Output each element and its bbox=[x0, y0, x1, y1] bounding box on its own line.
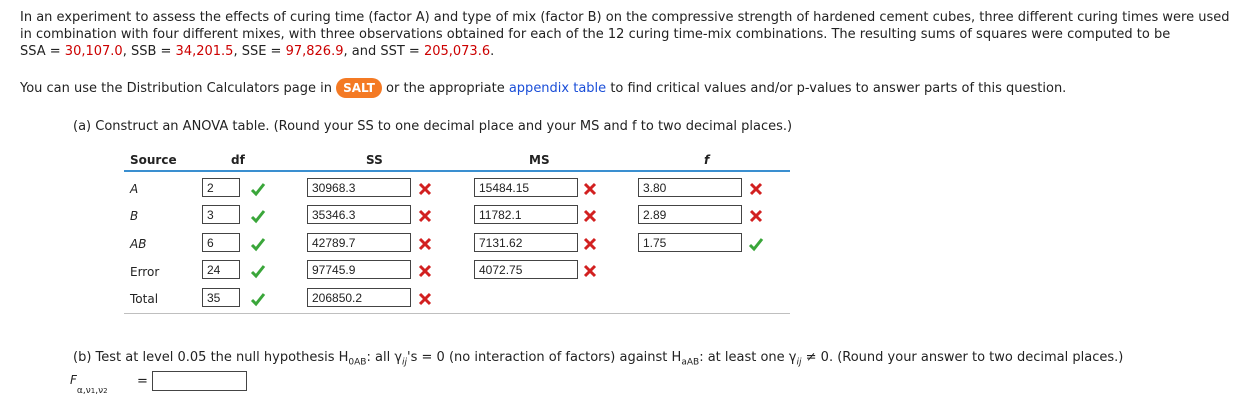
calculator-line: You can use the Distribution Calculators… bbox=[20, 78, 1066, 98]
check-icon bbox=[250, 210, 266, 224]
calc-text-middle: or the appropriate bbox=[386, 81, 505, 96]
part-a-prompt: (a) Construct an ANOVA table. (Round you… bbox=[73, 119, 793, 134]
sse-value: 97,826.9 bbox=[285, 44, 344, 59]
sst-value: 205,073.6 bbox=[423, 44, 491, 59]
x-icon bbox=[583, 209, 597, 223]
check-icon bbox=[250, 293, 266, 307]
calc-text-before: You can use the Distribution Calculators… bbox=[20, 81, 332, 96]
ss-input-b[interactable]: 35346.3 bbox=[307, 205, 411, 224]
ms-input-ab[interactable]: 7131.62 bbox=[474, 233, 578, 252]
df-input-total[interactable]: 35 bbox=[202, 288, 240, 307]
x-icon bbox=[418, 182, 432, 196]
x-icon bbox=[583, 264, 597, 278]
check-icon bbox=[250, 238, 266, 252]
header-f: f bbox=[704, 153, 710, 167]
ms-input-b[interactable]: 11782.1 bbox=[474, 205, 578, 224]
f-critical-label: Fα,ν1,ν2 bbox=[70, 373, 108, 396]
x-icon bbox=[749, 209, 763, 223]
row-label-ab: AB bbox=[130, 237, 147, 251]
f-sub-2: 2 bbox=[103, 387, 108, 396]
part-b-text-4: : at least one γ bbox=[699, 350, 797, 365]
ssb-label: , SSB = bbox=[122, 44, 176, 59]
ha-subscript: aAB bbox=[681, 357, 700, 368]
f-input-ab[interactable]: 1.75 bbox=[638, 233, 742, 252]
f-input-b[interactable]: 2.89 bbox=[638, 205, 742, 224]
sse-label: , SSE = bbox=[233, 44, 286, 59]
x-icon bbox=[749, 182, 763, 196]
intro-end: . bbox=[490, 44, 495, 59]
appendix-table-link[interactable]: appendix table bbox=[509, 81, 606, 96]
x-icon bbox=[418, 264, 432, 278]
intro-line-3: SSA = 30,107.0, SSB = 34,201.5, SSE = 97… bbox=[20, 43, 1229, 60]
problem-statement: In an experiment to assess the effects o… bbox=[20, 9, 1229, 60]
calc-text-after: to find critical values and/or p-values … bbox=[610, 81, 1067, 96]
header-rule bbox=[124, 170, 790, 172]
row-label-b: B bbox=[130, 209, 139, 223]
ss-input-error[interactable]: 97745.9 bbox=[307, 260, 411, 279]
row-label-error: Error bbox=[130, 265, 160, 279]
f-sub-nu: ,ν bbox=[95, 386, 104, 397]
ssb-value: 34,201.5 bbox=[175, 44, 234, 59]
sst-label: , and SST = bbox=[343, 44, 424, 59]
x-icon bbox=[583, 237, 597, 251]
ms-input-a[interactable]: 15484.15 bbox=[474, 178, 578, 197]
f-critical-input[interactable] bbox=[152, 371, 247, 391]
ss-input-a[interactable]: 30968.3 bbox=[307, 178, 411, 197]
intro-line-1: In an experiment to assess the effects o… bbox=[20, 10, 1230, 25]
df-input-b[interactable]: 3 bbox=[202, 205, 240, 224]
row-label-a: A bbox=[130, 182, 139, 196]
header-ss: SS bbox=[366, 153, 383, 167]
h0-subscript: 0AB bbox=[348, 357, 367, 368]
check-icon bbox=[250, 265, 266, 279]
salt-button[interactable]: SALT bbox=[336, 78, 382, 98]
intro-line-2: in combination with four different mixes… bbox=[20, 27, 1171, 42]
x-icon bbox=[418, 237, 432, 251]
header-ms: MS bbox=[529, 153, 550, 167]
anova-table: Source df SS MS f A 2 30968.3 15484.15 3… bbox=[124, 148, 790, 318]
df-input-a[interactable]: 2 bbox=[202, 178, 240, 197]
header-df: df bbox=[231, 153, 245, 167]
row-label-total: Total bbox=[130, 292, 159, 306]
part-b-text-2: : all γ bbox=[366, 350, 403, 365]
part-b-text-1: (b) Test at level 0.05 the null hypothes… bbox=[73, 350, 349, 365]
df-input-ab[interactable]: 6 bbox=[202, 233, 240, 252]
equals-sign: = bbox=[137, 374, 148, 389]
part-b-text-5: ≠ 0. (Round your answer to two decimal p… bbox=[801, 350, 1124, 365]
part-b-prompt: (b) Test at level 0.05 the null hypothes… bbox=[73, 349, 1123, 372]
ss-input-ab[interactable]: 42789.7 bbox=[307, 233, 411, 252]
df-input-error[interactable]: 24 bbox=[202, 260, 240, 279]
ssa-label: SSA = bbox=[20, 44, 65, 59]
check-icon bbox=[250, 183, 266, 197]
x-icon bbox=[583, 182, 597, 196]
f-sub-alpha: α,ν bbox=[76, 386, 91, 397]
x-icon bbox=[418, 209, 432, 223]
header-source: Source bbox=[130, 153, 177, 167]
x-icon bbox=[418, 292, 432, 306]
check-icon bbox=[748, 238, 764, 252]
part-b-text-3: 's = 0 (no interaction of factors) again… bbox=[407, 350, 682, 365]
ssa-value: 30,107.0 bbox=[64, 44, 123, 59]
f-symbol: F bbox=[70, 373, 77, 387]
f-input-a[interactable]: 3.80 bbox=[638, 178, 742, 197]
ms-input-error[interactable]: 4072.75 bbox=[474, 260, 578, 279]
footer-rule bbox=[124, 313, 790, 314]
ss-input-total[interactable]: 206850.2 bbox=[307, 288, 411, 307]
